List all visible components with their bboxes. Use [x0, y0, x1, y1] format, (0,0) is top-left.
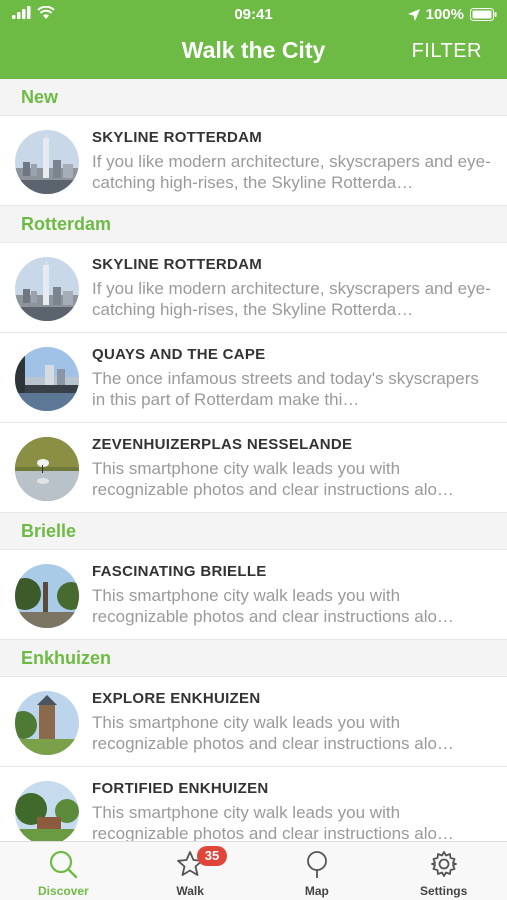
section-header-new: New [0, 79, 507, 116]
battery-percent: 100% [425, 6, 464, 23]
walk-title: SKYLINE ROTTERDAM [92, 129, 263, 146]
list-item[interactable]: FASCINATING BRIELLE This smartphone city… [0, 550, 507, 640]
fortified-enkhuizen-thumbnail [15, 781, 79, 841]
list-item[interactable]: EXPLORE ENKHUIZEN This smartphone city w… [0, 677, 507, 767]
list-item[interactable]: SKYLINE ROTTERDAM If you like modern arc… [0, 243, 507, 333]
enkhuizen-tower-thumbnail [15, 691, 79, 755]
skyline-thumbnail [15, 257, 79, 321]
tab-discover-label: Discover [38, 884, 89, 898]
walk-description: This smartphone city walk leads you with… [92, 586, 454, 626]
walk-title: FASCINATING BRIELLE [92, 563, 267, 580]
tab-discover[interactable]: Discover [0, 842, 127, 900]
tab-settings-label: Settings [419, 884, 468, 898]
walk-description: This smartphone city walk leads you with… [92, 713, 454, 753]
battery-icon [470, 8, 497, 21]
walk-description: The once infamous streets and today's sk… [92, 369, 479, 409]
tab-map[interactable]: Map [254, 842, 381, 900]
list-item[interactable]: FORTIFIED ENKHUIZEN This smartphone city… [0, 767, 507, 841]
quays-thumbnail [15, 347, 79, 411]
tab-bar: Discover Walk Map Settings 35 [0, 841, 507, 900]
walk-count-badge: 35 [197, 846, 227, 866]
section-header-rotterdam: Rotterdam [0, 206, 507, 243]
app-header: 09:41 100% Walk the City FILTER [0, 0, 507, 79]
location-arrow-icon [407, 8, 420, 21]
walk-title: SKYLINE ROTTERDAM [92, 256, 263, 273]
walk-description: This smartphone city walk leads you with… [92, 459, 454, 499]
walk-description: If you like modern architecture, skyscra… [92, 279, 491, 319]
status-bar: 09:41 100% [0, 0, 507, 28]
list-item[interactable]: QUAYS AND THE CAPE The once infamous str… [0, 333, 507, 423]
filter-button[interactable]: FILTER [412, 40, 482, 63]
walk-title: EXPLORE ENKHUIZEN [92, 690, 261, 707]
skyline-thumbnail [15, 130, 79, 194]
list-item[interactable]: ZEVENHUIZERPLAS NESSELANDE This smartpho… [0, 423, 507, 513]
lake-heron-thumbnail [15, 437, 79, 501]
list-item[interactable]: SKYLINE ROTTERDAM If you like modern arc… [0, 116, 507, 206]
section-header-brielle: Brielle [0, 513, 507, 550]
section-header-enkhuizen: Enkhuizen [0, 640, 507, 677]
tab-settings[interactable]: Settings [380, 842, 507, 900]
walk-description: This smartphone city walk leads you with… [92, 803, 454, 841]
tab-walk-label: Walk [176, 884, 204, 898]
gear-icon [430, 851, 457, 877]
walk-list[interactable]: New SKYLINE ROTTERDAM If you like modern… [0, 79, 507, 841]
map-pin-icon [306, 851, 327, 878]
search-icon [50, 850, 78, 879]
tab-walk[interactable]: Walk [127, 842, 254, 900]
walk-title: QUAYS AND THE CAPE [92, 346, 266, 363]
walk-title: FORTIFIED ENKHUIZEN [92, 780, 269, 797]
walk-description: If you like modern architecture, skyscra… [92, 152, 491, 192]
tab-map-label: Map [304, 884, 329, 898]
walk-title: ZEVENHUIZERPLAS NESSELANDE [92, 436, 353, 453]
brielle-thumbnail [15, 564, 79, 628]
